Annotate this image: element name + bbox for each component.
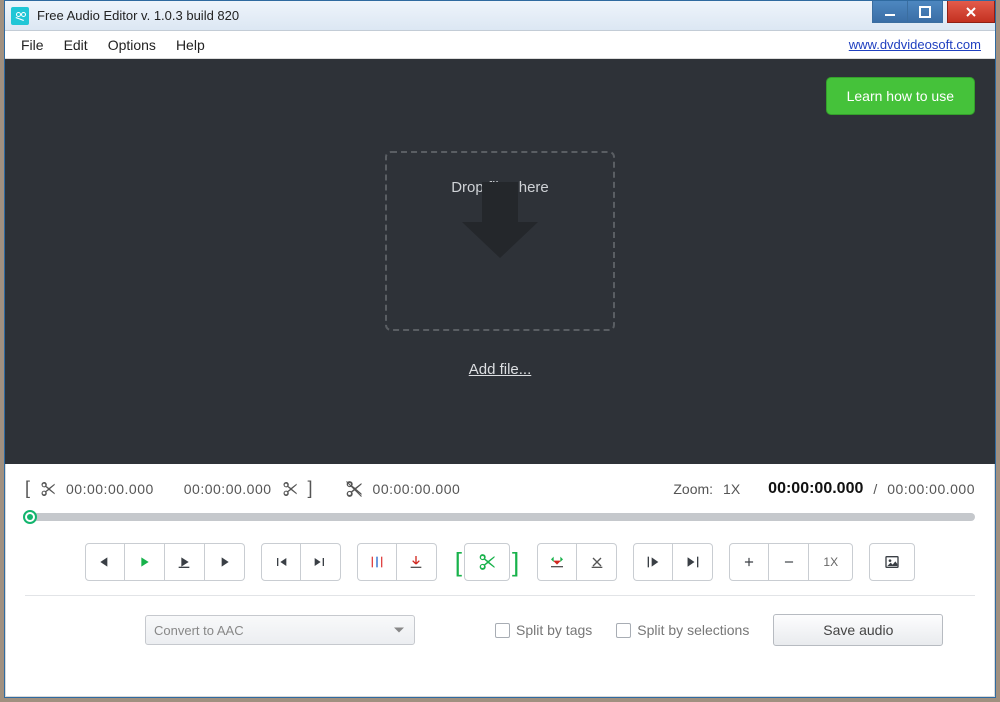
menubar: File Edit Options Help www.dvdvideosoft.…	[5, 31, 995, 59]
zoom-in-button[interactable]	[729, 543, 769, 581]
marker-group	[357, 543, 437, 581]
window-title: Free Audio Editor v. 1.0.3 build 820	[37, 8, 239, 23]
output-format-select[interactable]: Convert to AAC	[145, 615, 415, 645]
markers-button[interactable]	[357, 543, 397, 581]
total-time: 00:00:00.000	[887, 481, 975, 497]
scissors-icon	[40, 481, 56, 497]
menu-help[interactable]: Help	[166, 33, 215, 57]
skip-group	[261, 543, 341, 581]
cut-selection-group: [ ]	[453, 543, 521, 581]
drop-zone[interactable]: Drop files here	[385, 151, 615, 331]
bracket-close-icon: ]	[510, 547, 521, 578]
close-button[interactable]	[947, 1, 995, 23]
output-format-value: Convert to AAC	[154, 623, 244, 638]
player-toolbar: [ ]	[5, 529, 995, 595]
trim-button[interactable]	[537, 543, 577, 581]
save-audio-button[interactable]: Save audio	[773, 614, 943, 646]
selection-end-time: 00:00:00.000	[184, 481, 272, 497]
play-selection-button[interactable]	[165, 543, 205, 581]
selection-range: [ 00:00:00.000 00:00:00.000 ] 00:00:00.0…	[25, 478, 460, 499]
set-marker-button[interactable]	[397, 543, 437, 581]
image-export-button[interactable]	[869, 543, 915, 581]
play-button[interactable]	[125, 543, 165, 581]
delete-button[interactable]	[577, 543, 617, 581]
zoom-label: Zoom:	[673, 481, 713, 497]
zoom-value: 1X	[723, 481, 740, 497]
bracket-close-icon: ]	[308, 478, 313, 499]
app-icon	[11, 7, 29, 25]
step-back-button[interactable]	[85, 543, 125, 581]
split-by-selections-checkbox[interactable]: Split by selections	[616, 622, 749, 638]
seek-handle[interactable]	[23, 510, 37, 524]
zoom-group: 1X	[729, 543, 853, 581]
selection-bounds-group	[633, 543, 713, 581]
menu-file[interactable]: File	[11, 33, 54, 57]
cut-position-time: 00:00:00.000	[373, 481, 461, 497]
checkbox-icon	[616, 623, 631, 638]
minimize-button[interactable]	[872, 1, 908, 23]
bracket-open-icon: [	[25, 478, 30, 499]
add-file-link[interactable]: Add file...	[469, 361, 532, 378]
selection-end-button[interactable]	[673, 543, 713, 581]
menu-edit[interactable]: Edit	[54, 33, 98, 57]
scissors-strike-icon	[345, 480, 363, 498]
playback-group	[85, 543, 245, 581]
website-link[interactable]: www.dvdvideosoft.com	[849, 37, 989, 52]
zoom-out-button[interactable]	[769, 543, 809, 581]
split-by-tags-label: Split by tags	[516, 622, 592, 638]
window-frame: Free Audio Editor v. 1.0.3 build 820 Fil…	[4, 0, 996, 698]
split-by-selections-label: Split by selections	[637, 622, 749, 638]
bracket-open-icon: [	[453, 547, 464, 578]
bottom-bar: Convert to AAC Split by tags Split by se…	[5, 596, 995, 646]
drop-area: Learn how to use Drop files here Add fil…	[5, 59, 995, 464]
scissors-icon	[282, 481, 298, 497]
step-forward-button[interactable]	[205, 543, 245, 581]
time-separator: /	[873, 481, 877, 497]
current-time: 00:00:00.000	[768, 480, 863, 498]
checkbox-icon	[495, 623, 510, 638]
timecode-row: [ 00:00:00.000 00:00:00.000 ] 00:00:00.0…	[5, 464, 995, 503]
skip-start-button[interactable]	[261, 543, 301, 581]
zoom-reset-button[interactable]: 1X	[809, 543, 853, 581]
selection-start-button[interactable]	[633, 543, 673, 581]
split-by-tags-checkbox[interactable]: Split by tags	[495, 622, 592, 638]
titlebar: Free Audio Editor v. 1.0.3 build 820	[5, 1, 995, 31]
delete-group	[537, 543, 617, 581]
cut-selection-button[interactable]	[464, 543, 510, 581]
seek-slider[interactable]	[25, 513, 975, 521]
skip-end-button[interactable]	[301, 543, 341, 581]
window-controls	[873, 1, 995, 23]
maximize-button[interactable]	[907, 1, 943, 23]
selection-start-time: 00:00:00.000	[66, 481, 154, 497]
learn-how-to-use-button[interactable]: Learn how to use	[826, 77, 975, 115]
menu-options[interactable]: Options	[98, 33, 166, 57]
